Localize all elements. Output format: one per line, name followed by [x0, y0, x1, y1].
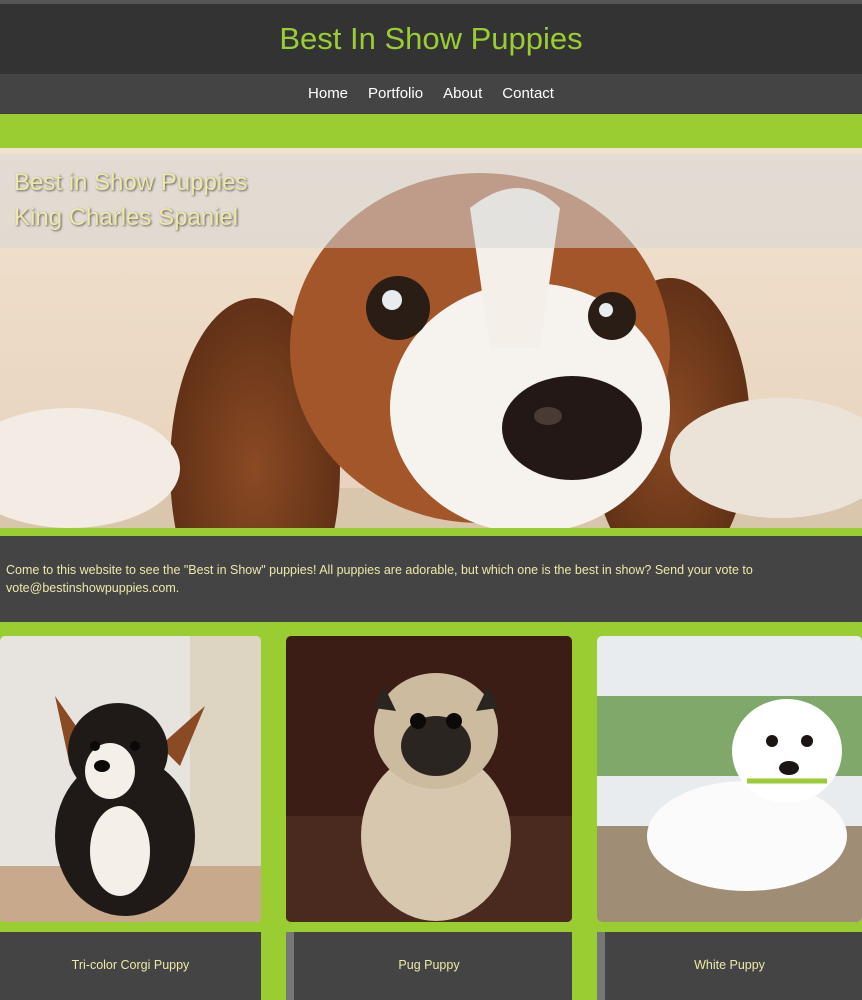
nav-link-home[interactable]: Home [308, 85, 348, 102]
intro-panel: Come to this website to see the "Best in… [0, 536, 862, 622]
pug-puppy-image [286, 636, 572, 922]
white-puppy-image [597, 636, 862, 922]
corgi-puppy-image [0, 636, 261, 922]
card-label-edge [286, 932, 294, 1000]
card-label-text: Pug Puppy [398, 958, 460, 972]
hero-title: Best in Show Puppies [14, 169, 248, 196]
site-title: Best In Show Puppies [279, 21, 583, 56]
card-label-edge [597, 932, 605, 1000]
hero-banner: Best in Show Puppies King Charles Spanie… [0, 148, 862, 528]
card-photo [286, 636, 572, 922]
card-label-text: White Puppy [694, 958, 765, 972]
card-label: Pug Puppy [286, 932, 572, 1000]
site-header: Best In Show Puppies [0, 4, 862, 74]
nav-link-contact[interactable]: Contact [502, 85, 554, 102]
nav-link-about[interactable]: About [443, 85, 482, 102]
hero-caption: Best in Show Puppies King Charles Spanie… [0, 154, 862, 248]
card-label-text: Tri-color Corgi Puppy [71, 958, 190, 972]
intro-text: Come to this website to see the "Best in… [6, 563, 753, 595]
hero-subtitle: King Charles Spaniel [14, 204, 239, 231]
card-photo [0, 636, 261, 922]
card-label: White Puppy [597, 932, 862, 1000]
main-nav: Home Portfolio About Contact [0, 74, 862, 114]
card-photo [597, 636, 862, 922]
nav-link-portfolio[interactable]: Portfolio [368, 85, 423, 102]
card-label: Tri-color Corgi Puppy [0, 932, 261, 1000]
